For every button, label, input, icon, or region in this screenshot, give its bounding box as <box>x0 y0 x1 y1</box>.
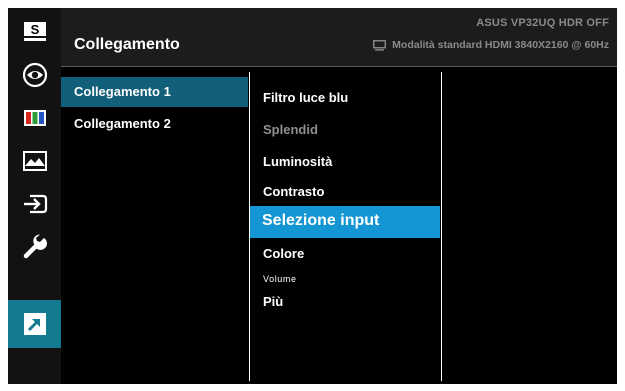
sidebar-item-image[interactable] <box>8 139 61 182</box>
option-filtro-luce-blu[interactable]: Filtro luce blu <box>250 90 440 105</box>
osd-header: Collegamento ASUS VP32UQ HDR OFF Modalit… <box>61 8 617 67</box>
options-column: Filtro luce blu Splendid Luminosità Cont… <box>250 66 442 384</box>
option-colore[interactable]: Colore <box>250 246 440 261</box>
submenu-item-collegamento-1[interactable]: Collegamento 1 <box>61 77 248 107</box>
option-luminosita[interactable]: Luminosità <box>250 154 440 169</box>
sidebar-item-input-select[interactable] <box>8 182 61 225</box>
status-info: Modalità standard HDMI 3840X2160 @ 60Hz <box>373 39 609 51</box>
main-menu-sidebar: S <box>8 8 61 384</box>
page-title: Collegamento <box>74 36 180 53</box>
osd-menu: S Collegamento ASUS VP32UQ HDR OFF Modal… <box>8 8 617 384</box>
svg-text:S: S <box>30 22 39 37</box>
submenu-column: Collegamento 1 Collegamento 2 <box>61 66 249 384</box>
shortcut-arrow-icon <box>23 313 46 335</box>
submenu-item-collegamento-2[interactable]: Collegamento 2 <box>61 109 248 139</box>
option-piu[interactable]: Più <box>250 294 440 309</box>
sidebar-item-system-setup[interactable] <box>8 225 61 268</box>
splendid-s-icon: S <box>23 21 46 41</box>
option-volume[interactable]: Volume <box>250 274 440 284</box>
model-info: ASUS VP32UQ HDR OFF <box>476 17 609 29</box>
option-splendid[interactable]: Splendid <box>250 122 440 137</box>
eye-icon <box>22 62 47 87</box>
mountain-image-icon <box>22 150 47 171</box>
sidebar-item-shortcut[interactable] <box>8 300 61 348</box>
monitor-icon <box>373 39 387 51</box>
status-text: Modalità standard HDMI 3840X2160 @ 60Hz <box>392 39 609 51</box>
sidebar-item-blue-light-filter[interactable] <box>8 53 61 96</box>
column-divider-right <box>441 72 442 381</box>
color-bars-icon <box>23 109 46 126</box>
sidebar-item-splendid[interactable]: S <box>8 10 61 53</box>
wrench-icon <box>23 233 47 258</box>
sidebar-item-color[interactable] <box>8 96 61 139</box>
option-selezione-input[interactable]: Selezione input <box>250 206 440 238</box>
input-arrow-icon <box>23 194 47 213</box>
option-contrasto[interactable]: Contrasto <box>250 184 440 199</box>
